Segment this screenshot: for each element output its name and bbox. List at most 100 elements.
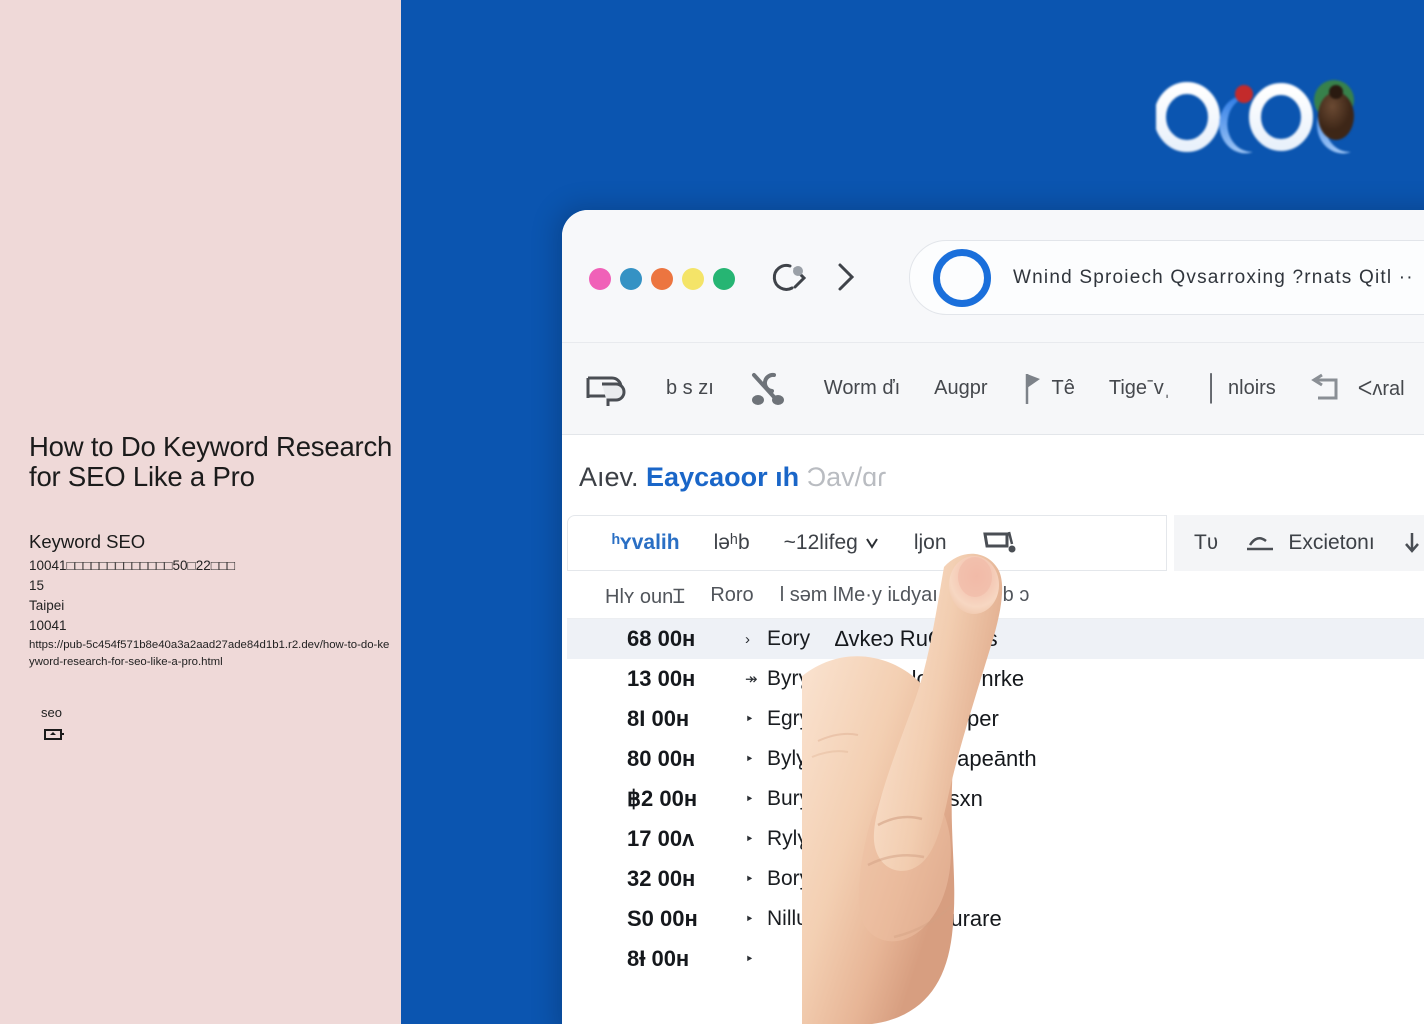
table-row[interactable]: 8Ɨ 00ʜ ‣: [567, 939, 1424, 979]
row-volume: S0 00ʜ: [627, 906, 698, 931]
filter-chip-hyvalih[interactable]: ʰʏvalih: [612, 531, 680, 555]
row-trend-arrow-icon: ‣: [745, 791, 754, 808]
scissors-glyph-icon: [751, 372, 784, 405]
filter-chip-12lifeg[interactable]: ~12lifeg: [784, 531, 880, 555]
filter-right-excieton[interactable]: Excietonı: [1244, 531, 1375, 555]
toolbar-item-nloirs[interactable]: │ nloirs: [1204, 374, 1275, 403]
toolbar-item-te[interactable]: Tê: [1022, 371, 1075, 407]
filter-right-more[interactable]: [1401, 530, 1423, 556]
table-row[interactable]: 17 00ʌ ‣ Rylɣ Ddlywo: [567, 819, 1424, 859]
article-subtitle: Keyword SEO: [29, 531, 146, 552]
row-keyword: Ponw□.Caurapeānth: [835, 746, 1037, 771]
address-bar-text[interactable]: Wnind Sproiech Qvsarroxing ?rnats Qitl ·…: [1013, 267, 1414, 289]
row-label: Byrɣ: [767, 667, 810, 690]
meta-address: 10041□□□□□□□□□□□□□50□22□□□: [29, 558, 236, 573]
row-label: Rylɣ: [767, 827, 808, 850]
window-controls[interactable]: [589, 268, 735, 290]
blurred-brand-logo: [1156, 80, 1354, 154]
row-trend-arrow-icon: ‣: [745, 751, 754, 768]
vertical-bar-icon: │: [1204, 374, 1220, 402]
keyword-table-body: 68 00ʜ › Eory ∆vkeɔ RuCroves 13 00ʜ ↠ Byrɣ Clqn…: [567, 619, 1424, 979]
chevron-right-icon[interactable]: [835, 261, 857, 293]
filter-chip-lelb[interactable]: ləʰb: [714, 531, 750, 555]
trend-glyph-icon: [1247, 537, 1274, 551]
window-dot-orange[interactable]: [651, 268, 673, 290]
filter-right-excieton-label: Excietonı: [1288, 531, 1375, 554]
row-volume: 80 00ʜ: [627, 746, 696, 771]
row-keyword: Clqne⊢lo ptolynrke: [835, 666, 1025, 691]
meta-zip: 10041: [29, 618, 67, 633]
cart-glyph-icon: [982, 531, 1016, 553]
browser-navigation: [771, 260, 857, 294]
filter-chip-ljon[interactable]: ljon: [914, 531, 947, 555]
tofu-box-icon: [44, 729, 64, 740]
filter-bar: ʰʏvalih ləʰb ~12lifeg ljon: [567, 515, 1167, 571]
toolbar-item-kural[interactable]: ᐸʌral: [1310, 372, 1405, 406]
toolbar-item-augpr[interactable]: Augpr: [934, 377, 987, 400]
row-keyword: Cllarsinal LJeper: [835, 706, 999, 731]
table-row[interactable]: 68 00ʜ › Eory ∆vkeɔ RuCroves: [567, 619, 1424, 659]
filter-chip-cart[interactable]: [981, 528, 1021, 558]
page-title-main: Eaycaoor ıh: [646, 462, 800, 492]
window-dot-green[interactable]: [713, 268, 735, 290]
chevron-down-icon: [865, 538, 878, 549]
row-trend-arrow-icon: ‣: [745, 871, 754, 888]
row-volume: 17 00ʌ: [627, 826, 695, 851]
column-header-roro[interactable]: Roro: [710, 584, 753, 607]
page-title-heading: How to Do Keyword Research for SEO Like …: [29, 431, 393, 492]
toolbar-item-home[interactable]: [580, 370, 632, 408]
page-content: Αıev. Eaycaoor ıh Ɔav/ɑɾ ʰʏvalih ləʰb ~1…: [562, 435, 1424, 1024]
return-arrow-icon: [1310, 373, 1338, 399]
blue-stage-background: Wnind Sproiech Qvsarroxing ?rnats Qitl ·…: [401, 0, 1424, 1024]
row-trend-arrow-icon: ‣: [745, 711, 754, 728]
toolbar-item-te-label: Tê: [1051, 377, 1075, 399]
article-url[interactable]: https://pub-5c454f571b8e40a3a2aad27ade84…: [29, 637, 393, 671]
table-row[interactable]: 32 00ʜ ‣ Bory Eowerave: [567, 859, 1424, 899]
flag-glyph-icon: [1025, 373, 1040, 404]
window-dot-pink[interactable]: [589, 268, 611, 290]
row-trend-arrow-icon: ‣: [745, 911, 754, 928]
meta-number: 15: [29, 578, 45, 593]
browser-window: Wnind Sproiech Qvsarroxing ?rnats Qitl ·…: [562, 210, 1424, 1024]
row-keyword: OhrepemsTurare: [835, 906, 1002, 931]
table-row[interactable]: 8I 00ʜ ‣ Egry Cllarsinal LJeper: [567, 699, 1424, 739]
row-trend-arrow-icon: ‣: [745, 831, 754, 848]
toolbar-item-worm[interactable]: Worm ďı: [824, 377, 900, 400]
toolbar-item-kural-label: ᐸʌral: [1357, 378, 1405, 400]
meta-city: Taipei: [29, 598, 65, 613]
page-title: Αıev. Eaycaoor ıh Ɔav/ɑɾ: [579, 462, 886, 493]
toolbar-item-nloirs-label: nloirs: [1228, 377, 1276, 399]
column-header-keyword[interactable]: l səm lMe·y iʟdyaı TOO3 b ɔ: [780, 584, 1030, 607]
row-label: Egry: [767, 707, 811, 730]
row-keyword: Ɛhalfowigrosxn: [835, 786, 983, 811]
browser-titlebar: Wnind Sproiech Qvsarroxing ?rnats Qitl ·…: [562, 210, 1424, 342]
row-volume: 8I 00ʜ: [627, 706, 690, 731]
filter-chip-12lifeg-label: ~12lifeg: [783, 531, 858, 554]
column-header-volume[interactable]: Hlʏ ounꞮ: [605, 582, 684, 609]
row-volume: 13 00ʜ: [627, 666, 696, 691]
row-volume: 68 00ʜ: [627, 626, 696, 651]
row-label: Bylɣ: [767, 747, 807, 770]
window-dot-blue[interactable]: [620, 268, 642, 290]
row-label: Eory: [767, 627, 811, 650]
table-column-headers: Hlʏ ounꞮ Roro l səm lMe·y iʟdyaı TOO3 b …: [567, 573, 1424, 619]
toolbar-item-bszi[interactable]: b s zı: [666, 377, 714, 400]
down-arrow-icon: [1404, 533, 1419, 553]
row-label: Bury: [767, 787, 811, 810]
window-dot-yellow[interactable]: [682, 268, 704, 290]
row-keyword: Eowerave: [835, 866, 933, 891]
filter-right-tu[interactable]: Tʋ: [1194, 531, 1218, 555]
table-row[interactable]: 13 00ʜ ↠ Byrɣ Clqne⊢lo ptolynrke: [567, 659, 1424, 699]
row-keyword: ∆vkeɔ RuCroves: [835, 626, 998, 651]
toolbar-item-scissors[interactable]: [748, 369, 790, 409]
row-trend-arrow-icon: ›: [745, 630, 750, 648]
row-volume: 8Ɨ 00ʜ: [627, 946, 690, 971]
table-row[interactable]: 80 00ʜ ‣ Bylɣ Ponw□.Caurapeānth: [567, 739, 1424, 779]
table-row[interactable]: ฿2 00ʜ ‣ Bury Ɛhalfowigrosxn: [567, 779, 1424, 819]
table-row[interactable]: S0 00ʜ ‣ Nillʋ OhrepemsTurare: [567, 899, 1424, 939]
back-arrow-icon[interactable]: [771, 260, 813, 294]
toolbar-item-tigen[interactable]: Tigeˉvˌ: [1109, 377, 1170, 400]
address-bar[interactable]: Wnind Sproiech Qvsarroxing ?rnats Qitl ·…: [909, 240, 1424, 315]
home-glyph-icon: [586, 376, 626, 406]
row-volume: 32 00ʜ: [627, 866, 696, 891]
